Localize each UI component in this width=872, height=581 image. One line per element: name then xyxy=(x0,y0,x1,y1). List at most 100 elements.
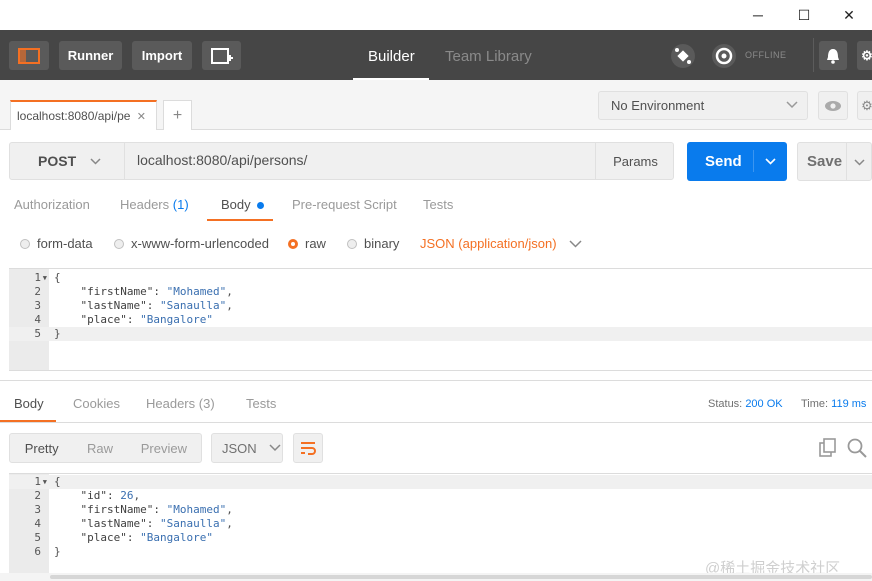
code-line: { xyxy=(54,271,61,284)
time-value: 119 ms xyxy=(831,398,867,410)
url-input[interactable]: localhost:8080/api/persons/ xyxy=(137,152,307,168)
response-tab-cookies[interactable]: Cookies xyxy=(73,396,120,411)
json-key: "lastName": xyxy=(54,299,160,312)
manage-environments-button[interactable]: ⚙ xyxy=(857,91,872,120)
line-number: 1 xyxy=(34,271,41,284)
chevron-down-icon[interactable] xyxy=(854,159,865,166)
search-response-button[interactable] xyxy=(847,438,869,461)
radio-raw[interactable]: raw xyxy=(288,236,326,251)
response-format-label: JSON xyxy=(222,440,257,456)
time-label: Time: xyxy=(801,398,829,410)
json-value: "Bangalore" xyxy=(140,313,213,326)
close-icon: ✕ xyxy=(843,6,855,23)
new-window-button[interactable] xyxy=(202,41,241,70)
radio-icon xyxy=(114,238,124,249)
tab-builder[interactable]: Builder xyxy=(368,48,415,65)
json-key: "id": xyxy=(54,489,121,502)
response-tab-headers[interactable]: Headers (3) xyxy=(146,396,215,411)
radio-label: x-www-form-urlencoded xyxy=(131,236,269,251)
radio-selected-icon xyxy=(288,238,298,249)
wrap-icon xyxy=(301,442,316,455)
save-button[interactable]: Save xyxy=(797,142,872,181)
tab-headers[interactable]: Headers (1) xyxy=(120,197,189,212)
method-select[interactable]: POST xyxy=(9,142,125,180)
raw-button[interactable]: Raw xyxy=(73,441,126,456)
radio-binary[interactable]: binary xyxy=(347,236,399,251)
close-tab-icon[interactable]: ✕ xyxy=(137,110,146,123)
json-punct: , xyxy=(226,503,233,516)
code-line: "place": "Bangalore" xyxy=(54,313,213,327)
response-tab-body[interactable]: Body xyxy=(14,396,44,411)
notifications-button[interactable] xyxy=(819,41,847,70)
method-label: POST xyxy=(38,153,77,169)
request-tab-label: localhost:8080/api/pe xyxy=(17,109,131,123)
sidebar-toggle-button[interactable] xyxy=(9,41,49,70)
offline-label: OFFLINE xyxy=(745,50,787,60)
json-value: "Bangalore" xyxy=(140,531,213,544)
line-number: 3 xyxy=(34,503,41,516)
content-type-select[interactable]: JSON (application/json) xyxy=(420,236,582,251)
tab-team-library[interactable]: Team Library xyxy=(445,48,532,65)
sync-status[interactable] xyxy=(711,43,737,72)
response-headers-count: (3) xyxy=(198,396,215,411)
new-tab-button[interactable]: + xyxy=(163,100,192,130)
code-line: } xyxy=(54,327,61,340)
response-headers-label: Headers xyxy=(146,396,196,411)
response-tab-tests[interactable]: Tests xyxy=(246,396,276,411)
preview-button[interactable]: Preview xyxy=(127,441,201,456)
radio-form-data[interactable]: form-data xyxy=(20,236,93,251)
close-window-button[interactable]: ✕ xyxy=(826,0,872,30)
fold-arrow-icon[interactable]: ▼ xyxy=(39,271,47,285)
code-line: "firstName": "Mohamed", xyxy=(54,503,233,517)
code-line: } xyxy=(54,545,61,558)
save-label: Save xyxy=(807,153,843,170)
request-tab[interactable]: localhost:8080/api/pe ✕ xyxy=(10,100,157,130)
json-value: 26 xyxy=(120,489,134,502)
json-value: "Mohamed" xyxy=(166,285,227,298)
settings-button[interactable]: ⚙ xyxy=(857,41,872,70)
line-number: 4 xyxy=(34,313,41,326)
runner-button[interactable]: Runner xyxy=(59,41,122,70)
maximize-icon: ☐ xyxy=(797,6,811,23)
horizontal-scrollbar[interactable] xyxy=(0,573,872,581)
section-divider xyxy=(0,380,872,381)
maximize-button[interactable]: ☐ xyxy=(781,0,827,30)
bell-icon xyxy=(827,48,839,64)
line-number: 5 xyxy=(34,327,41,340)
environment-select[interactable]: No Environment xyxy=(598,91,808,120)
request-body-editor[interactable]: 1 ▼ {2 "firstName": "Mohamed", 3 "lastName"… xyxy=(9,268,872,371)
minimize-button[interactable]: ─ xyxy=(735,0,781,30)
radio-icon xyxy=(20,238,30,249)
wrap-lines-button[interactable] xyxy=(293,433,323,463)
tab-tests[interactable]: Tests xyxy=(423,197,453,212)
code-line: "lastName": "Sanaulla", xyxy=(54,517,232,531)
chevron-down-icon xyxy=(269,444,281,452)
copy-response-button[interactable] xyxy=(818,438,838,461)
tab-pre-request-script[interactable]: Pre-request Script xyxy=(292,197,397,212)
fold-arrow-icon[interactable]: ▼ xyxy=(39,475,47,489)
line-number: 2 xyxy=(34,285,41,298)
send-button[interactable]: Send xyxy=(687,142,787,181)
json-key: "place": xyxy=(54,531,141,544)
tab-authorization[interactable]: Authorization xyxy=(14,197,90,212)
radio-label: form-data xyxy=(37,236,93,251)
response-time: Time: 119 ms xyxy=(801,398,866,410)
radio-urlencoded[interactable]: x-www-form-urlencoded xyxy=(114,236,269,251)
new-window-icon xyxy=(210,47,233,64)
send-label: Send xyxy=(705,153,742,170)
pretty-button[interactable]: Pretty xyxy=(10,441,73,456)
chevron-down-icon xyxy=(786,101,798,109)
active-line-highlight xyxy=(9,327,872,341)
response-format-select[interactable]: JSON xyxy=(211,433,283,463)
interceptor-button[interactable] xyxy=(670,43,696,72)
tab-body[interactable]: Body xyxy=(221,197,265,212)
search-icon xyxy=(847,438,867,458)
import-button[interactable]: Import xyxy=(132,41,192,70)
chevron-down-icon xyxy=(569,239,582,248)
chevron-down-icon[interactable] xyxy=(765,158,776,165)
environment-quicklook-button[interactable] xyxy=(818,91,848,120)
content-type-label: JSON (application/json) xyxy=(420,236,557,251)
params-button[interactable]: Params xyxy=(595,142,675,180)
scrollbar-thumb[interactable] xyxy=(50,575,872,579)
sync-icon xyxy=(712,44,736,68)
